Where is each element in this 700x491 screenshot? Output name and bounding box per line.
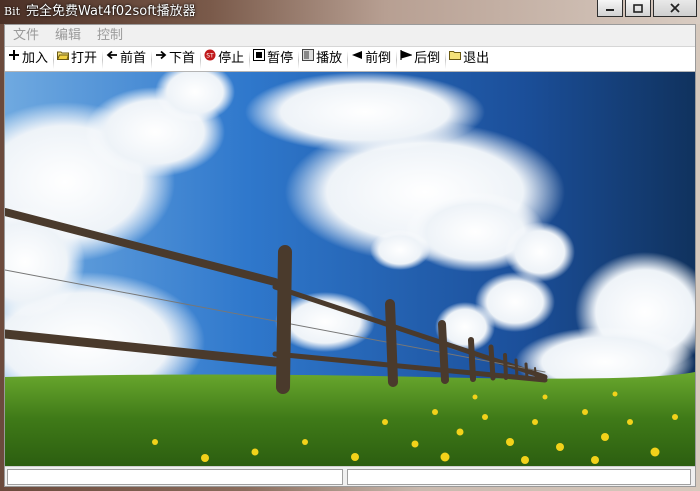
forward-label: 后倒 <box>414 51 441 66</box>
status-bar <box>5 466 695 486</box>
status-pane-right <box>347 469 691 485</box>
previous-label: 前首 <box>120 51 147 66</box>
pause-icon <box>253 49 266 61</box>
play-button[interactable]: 播放 <box>299 48 349 70</box>
title-bar[interactable]: Bit 完全免费Wat4f02soft播放器 <box>0 0 700 24</box>
stop-icon: ST <box>204 49 216 61</box>
play-icon <box>302 49 315 61</box>
close-icon <box>670 3 680 13</box>
add-label: 加入 <box>22 51 49 66</box>
minimize-button[interactable] <box>597 0 623 17</box>
svg-text:ST: ST <box>206 52 214 59</box>
menu-edit[interactable]: 编辑 <box>47 25 89 46</box>
toolbar: 加入 打开 前首 下首 ST 停止 暂停 播放 前倒 后倒 退出 <box>5 46 695 72</box>
next-label: 下首 <box>169 51 196 66</box>
forward-button[interactable]: 后倒 <box>397 48 447 70</box>
app-icon: Bit <box>4 5 21 18</box>
exit-button[interactable]: 退出 <box>446 48 493 70</box>
exit-label: 退出 <box>463 51 490 66</box>
add-icon <box>9 50 19 60</box>
menu-file[interactable]: 文件 <box>5 25 47 46</box>
exit-folder-icon <box>449 51 462 60</box>
status-pane-left <box>7 469 343 485</box>
video-frame-image <box>5 72 695 466</box>
pause-label: 暂停 <box>267 51 294 66</box>
window-controls <box>597 0 697 17</box>
rewind-button[interactable]: 前倒 <box>348 48 398 70</box>
menu-bar: 文件 编辑 控制 <box>5 25 695 46</box>
open-folder-icon <box>57 51 70 60</box>
previous-button[interactable]: 前首 <box>103 48 153 70</box>
open-label: 打开 <box>71 51 98 66</box>
open-button[interactable]: 打开 <box>54 48 104 70</box>
add-button[interactable]: 加入 <box>5 48 55 70</box>
arrow-left-icon <box>106 50 118 60</box>
forward-icon <box>400 50 413 60</box>
maximize-icon <box>633 3 643 13</box>
stop-button[interactable]: ST 停止 <box>201 48 251 70</box>
grass-field <box>5 372 695 466</box>
video-display[interactable] <box>5 72 695 466</box>
stop-label: 停止 <box>218 51 245 66</box>
player-window: Bit 完全免费Wat4f02soft播放器 文件 编辑 控制 加入 打开 前首… <box>0 0 700 491</box>
client-area: 文件 编辑 控制 加入 打开 前首 下首 ST 停止 暂停 播放 前倒 后倒 退… <box>4 24 696 487</box>
menu-control[interactable]: 控制 <box>89 25 131 46</box>
rewind-label: 前倒 <box>365 51 392 66</box>
maximize-button[interactable] <box>625 0 651 17</box>
arrow-right-icon <box>156 50 167 60</box>
rewind-icon <box>352 51 363 59</box>
minimize-icon <box>606 9 614 11</box>
window-title: 完全免费Wat4f02soft播放器 <box>26 4 196 19</box>
pause-button[interactable]: 暂停 <box>250 48 300 70</box>
play-label: 播放 <box>316 51 343 66</box>
next-button[interactable]: 下首 <box>152 48 202 70</box>
close-button[interactable] <box>653 0 697 17</box>
